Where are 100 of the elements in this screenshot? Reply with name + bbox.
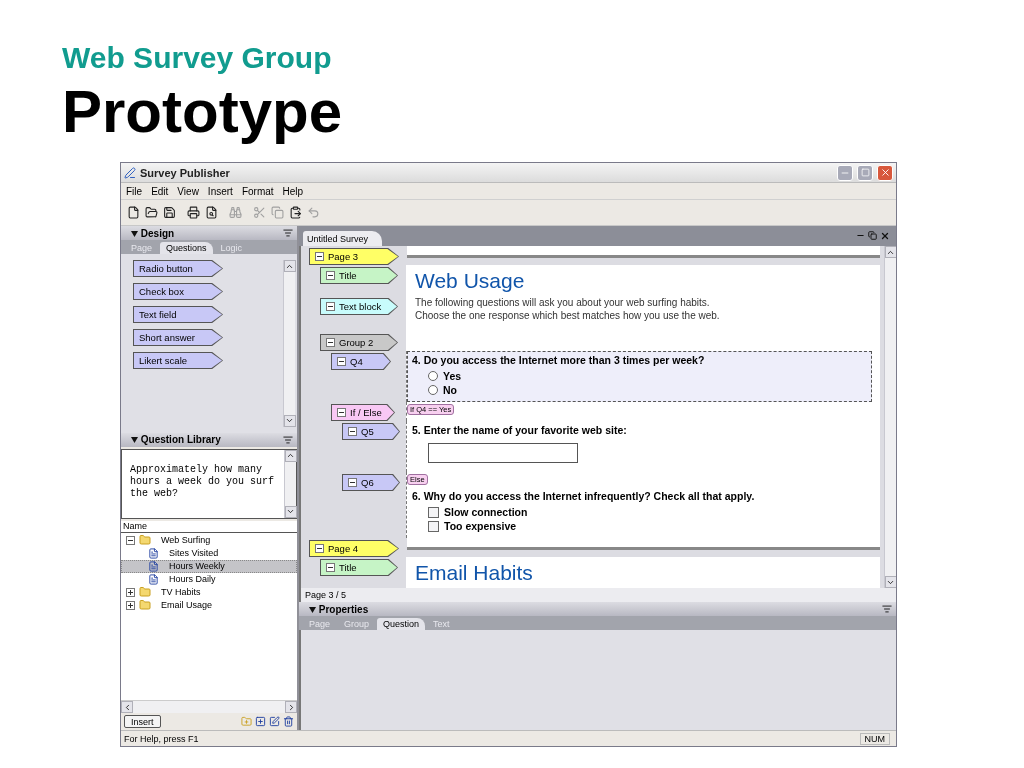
document-icon (148, 547, 159, 559)
collapse-icon[interactable] (326, 271, 335, 280)
collapse-triangle-icon[interactable] (309, 606, 316, 613)
question-text: 4. Do you access the Internet more than 3 times per week? (412, 354, 706, 368)
scroll-up-icon[interactable] (884, 246, 896, 258)
print-preview-icon[interactable] (205, 206, 218, 219)
status-text: For Help, press F1 (124, 733, 199, 744)
tree-item[interactable]: TV Habits (121, 585, 297, 599)
question-preview-field[interactable]: Approximately how many hours a week do you surf the web? (121, 448, 297, 519)
document-icon (148, 560, 159, 572)
tab[interactable]: Question (377, 618, 426, 630)
menu-item[interactable]: Format (241, 185, 274, 197)
question-text: 5. Enter the name of your favorite web site: (412, 424, 628, 438)
close-button[interactable] (877, 164, 893, 181)
window-title: Survey Publisher (140, 166, 231, 179)
panel-header[interactable]: Properties (299, 602, 896, 616)
menu-item[interactable]: Edit (151, 185, 169, 197)
menu-item[interactable]: View (177, 185, 199, 197)
palette-item[interactable]: Check box (133, 283, 223, 300)
scroll-down-icon[interactable] (884, 576, 896, 588)
horizontal-scrollbar[interactable] (121, 700, 297, 713)
collapse-triangle-icon[interactable] (131, 437, 138, 443)
page-heading: Email Habits (415, 560, 534, 586)
collapse-icon[interactable] (326, 338, 335, 347)
scroll-left-icon[interactable] (121, 701, 133, 713)
structure-node[interactable]: Title (320, 267, 398, 284)
menu-item[interactable]: Help (282, 185, 304, 197)
collapse-icon[interactable] (337, 408, 346, 417)
panel-menu-icon[interactable] (283, 228, 293, 238)
tree-item[interactable]: Web Surfing (121, 533, 297, 547)
question-block[interactable]: 6. Why do you access the Internet infrequently? Check all that apply. Slow connection Too expensive (407, 487, 880, 538)
scrollbar[interactable] (284, 449, 296, 518)
folder-icon (139, 599, 151, 611)
tab[interactable]: Questions (160, 242, 213, 254)
column-header[interactable]: Name (121, 520, 297, 533)
panel-header[interactable]: Design (121, 226, 297, 240)
palette-item[interactable]: Short answer (133, 329, 223, 346)
scroll-up-icon[interactable] (283, 260, 296, 272)
question-block[interactable]: 5. Enter the name of your favorite web site: (407, 421, 880, 472)
scroll-right-icon[interactable] (285, 701, 297, 713)
structure-node[interactable]: Q4 (331, 353, 391, 370)
add-icon[interactable] (255, 716, 266, 727)
collapse-icon[interactable] (348, 427, 357, 436)
structure-node[interactable]: If / Else (331, 404, 395, 421)
tree-item[interactable]: Email Usage (121, 598, 297, 612)
collapse-icon[interactable] (315, 544, 324, 553)
menu-item[interactable]: File (126, 185, 143, 197)
expand-icon[interactable] (126, 600, 135, 610)
app-icon (124, 166, 136, 179)
tree-item[interactable]: Hours Daily (121, 572, 297, 586)
palette-item[interactable]: Radio button (133, 260, 223, 277)
page-heading: Web Usage (415, 268, 526, 294)
collapse-icon[interactable] (326, 302, 335, 311)
collapse-icon[interactable] (348, 478, 357, 487)
tree-item[interactable]: Hours Weekly (121, 559, 297, 573)
collapse-triangle-icon[interactable] (131, 230, 138, 237)
scroll-up-icon[interactable] (284, 449, 297, 462)
new-icon[interactable] (127, 206, 140, 219)
radio-button[interactable] (428, 371, 438, 381)
structure-node[interactable]: Text block (320, 298, 398, 315)
page-indicator: Page 3 / 5 (299, 588, 896, 602)
expand-icon[interactable] (126, 587, 135, 597)
structure-node[interactable]: Page 3 (309, 248, 399, 265)
save-icon[interactable] (163, 206, 176, 219)
structure-node[interactable]: Q5 (342, 423, 400, 440)
scroll-down-icon[interactable] (283, 414, 296, 427)
close-icon (879, 167, 891, 178)
palette-item[interactable]: Text field (133, 306, 223, 323)
paste-icon[interactable] (289, 206, 302, 219)
trash-icon[interactable] (283, 716, 294, 727)
radio-button[interactable] (428, 385, 438, 395)
insert-button[interactable]: Insert (124, 715, 161, 728)
panel-menu-icon[interactable] (283, 434, 293, 445)
tree-item[interactable]: Sites Visited (121, 546, 297, 560)
close-icon[interactable] (880, 231, 890, 241)
checkbox[interactable] (428, 506, 439, 518)
collapse-icon[interactable] (337, 357, 346, 366)
structure-node[interactable]: Title (320, 559, 398, 576)
open-icon[interactable] (145, 206, 158, 219)
scrollbar[interactable] (884, 246, 896, 588)
restore-icon[interactable] (868, 231, 877, 240)
collapse-icon[interactable] (315, 252, 324, 261)
scroll-down-icon[interactable] (284, 505, 297, 518)
palette-item[interactable]: Likert scale (133, 352, 223, 369)
menu-item[interactable]: Insert (207, 185, 233, 197)
option-label: Yes (443, 370, 462, 382)
checkbox[interactable] (428, 520, 439, 532)
edit-icon[interactable] (269, 716, 280, 727)
structure-node[interactable]: Group 2 (320, 334, 398, 351)
collapse-icon[interactable] (126, 535, 135, 545)
structure-node[interactable]: Page 4 (309, 540, 399, 557)
structure-node[interactable]: Q6 (342, 474, 400, 491)
document-tab[interactable]: Untitled Survey (303, 231, 383, 246)
print-icon[interactable] (187, 206, 200, 219)
option-label: Too expensive (444, 520, 517, 532)
scrollbar[interactable] (283, 260, 295, 427)
answer-field[interactable] (428, 443, 578, 463)
panel-menu-icon[interactable] (882, 604, 892, 614)
question-block[interactable]: 4. Do you access the Internet more than 3 times per week? Yes No (407, 351, 872, 402)
collapse-icon[interactable] (326, 563, 335, 572)
